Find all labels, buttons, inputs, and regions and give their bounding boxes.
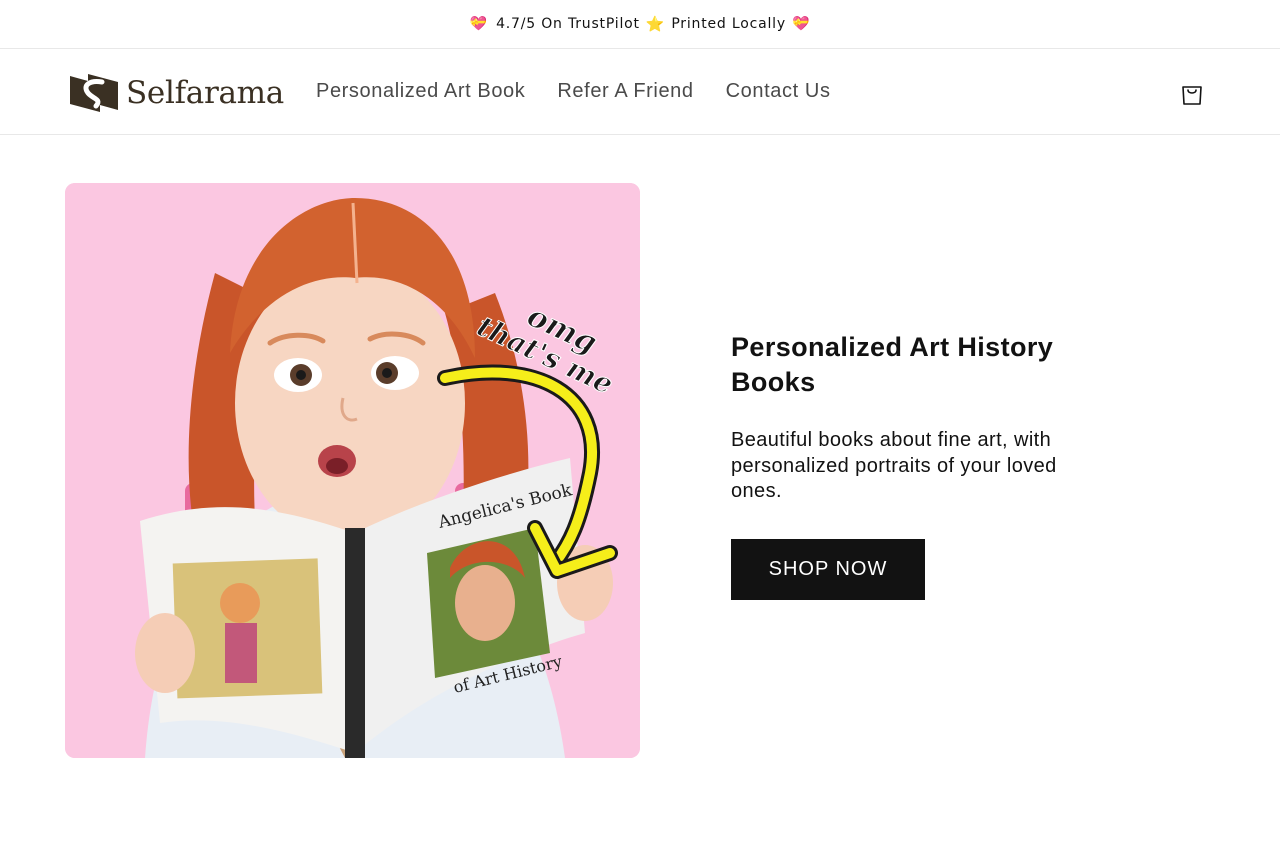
hero-title: Personalized Art History Books	[731, 332, 1054, 397]
nav-item-contact-us[interactable]: Contact Us	[726, 80, 831, 103]
hero-image: Angelica's Book of Art History omg that'…	[65, 183, 640, 758]
heart-gift-icon: 💝	[469, 16, 489, 32]
site-header: Selfarama Personalized Art Book Refer A …	[0, 50, 1280, 135]
star-icon: ⭐	[645, 15, 666, 33]
main-nav: Personalized Art Book Refer A Friend Con…	[316, 80, 863, 103]
heart-gift-icon: 💝	[791, 16, 811, 32]
brand-name: Selfarama	[126, 75, 284, 111]
selfarama-logo-icon	[70, 74, 118, 112]
cart-button[interactable]	[1180, 80, 1204, 106]
rating-text: 4.7/5 On TrustPilot	[496, 16, 640, 32]
nav-item-refer-a-friend[interactable]: Refer A Friend	[557, 80, 693, 103]
brand-logo[interactable]: Selfarama	[68, 72, 284, 114]
hero-subtitle: Beautiful books about fine art, with per…	[731, 429, 1057, 502]
announcement-bar: 💝 4.7/5 On TrustPilot ⭐ Printed Locally …	[0, 0, 1280, 49]
hero-copy: Personalized Art History Books Beautiful…	[731, 330, 1131, 505]
nav-item-personalized-art-book[interactable]: Personalized Art Book	[316, 80, 525, 103]
girl-reading-book-illustration: Angelica's Book of Art History omg that'…	[65, 183, 640, 758]
shopping-bag-icon	[1182, 86, 1202, 105]
shop-now-button[interactable]: SHOP NOW	[731, 539, 925, 600]
printed-locally-text: Printed Locally	[671, 16, 786, 32]
